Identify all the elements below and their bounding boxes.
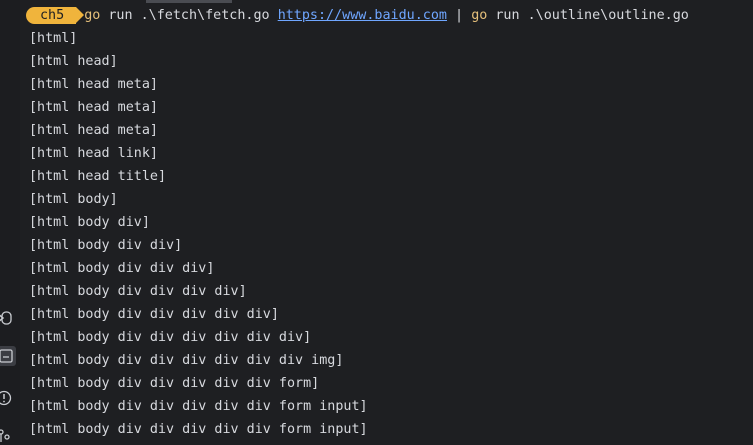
prompt-line: ch5 go run .\fetch\fetch.go https://www.… xyxy=(26,4,753,27)
output-icon[interactable] xyxy=(0,308,14,328)
output-line: [html body div div div] xyxy=(29,261,215,276)
pipe-operator: | xyxy=(447,8,472,23)
output-line: [html body div div div div div form] xyxy=(29,376,320,391)
output-line: [html head meta] xyxy=(29,100,158,115)
output-line: [html body div div div div div] xyxy=(29,307,279,322)
output-line: [html head title] xyxy=(29,169,167,184)
output-line: [html body div div div div div div] xyxy=(29,330,312,345)
horizontal-scrollbar-thumb[interactable] xyxy=(146,0,232,3)
output-line: [html head] xyxy=(29,54,118,69)
source-control-icon[interactable] xyxy=(0,426,14,445)
info-icon[interactable] xyxy=(0,388,14,408)
output-line: [html body] xyxy=(29,192,118,207)
terminal-icon[interactable] xyxy=(0,346,16,366)
output-line: [html body div div div div div div img] xyxy=(29,353,344,368)
command-go-2: go xyxy=(471,8,488,23)
command-args-1: run .\fetch\fetch.go xyxy=(100,8,278,23)
output-line: [html body div div div div div form inpu… xyxy=(29,399,368,414)
url-link[interactable]: https://www.baidu.com xyxy=(278,8,447,23)
command-args-2: run .\outline\outline.go xyxy=(487,8,689,23)
output-line: [html body div div div div div form inpu… xyxy=(29,422,368,437)
output-line: [html head meta] xyxy=(29,123,158,138)
output-line: [html head meta] xyxy=(29,77,158,92)
output-line: [html head link] xyxy=(29,146,158,161)
output-line: [html body div] xyxy=(29,215,150,230)
terminal-panel[interactable]: ch5 go run .\fetch\fetch.go https://www.… xyxy=(26,4,753,445)
command-go-1: go xyxy=(84,8,101,23)
directory-badge: ch5 xyxy=(26,7,85,24)
output-line: [html body div div div div] xyxy=(29,284,247,299)
output-line: [html] xyxy=(29,31,78,46)
activity-bar xyxy=(0,0,20,445)
output-line: [html body div div] xyxy=(29,238,183,253)
